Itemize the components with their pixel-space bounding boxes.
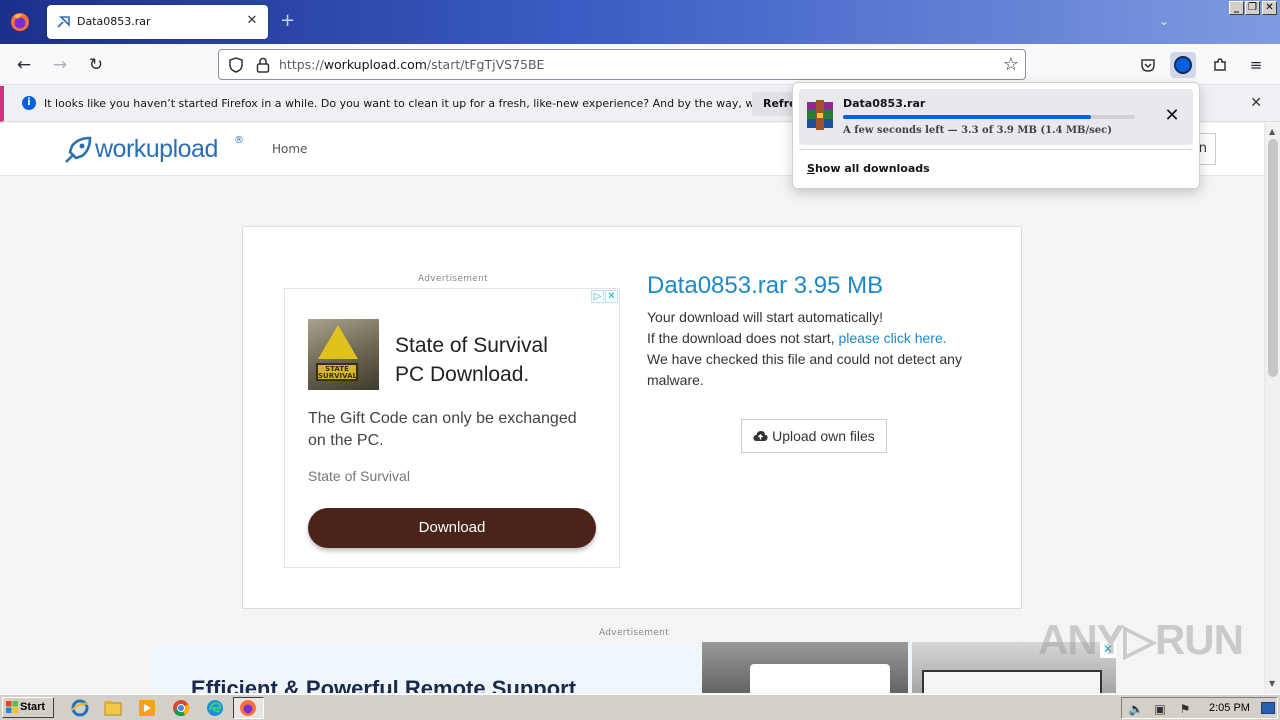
download-item[interactable]: Data0853.rar A few seconds left — 3.3 of… xyxy=(799,89,1193,145)
list-all-tabs-icon[interactable]: ⌄ xyxy=(1159,14,1169,28)
show-all-downloads-button[interactable]: Show all downloads xyxy=(807,162,930,175)
scroll-down-arrow-icon[interactable]: ▼ xyxy=(1269,679,1275,688)
web-page: workupload ® Home n Advertisement ▷ ✕ STA… xyxy=(0,123,1264,693)
advertisement-label-2: Advertisement xyxy=(599,628,669,638)
action-center-flag-icon[interactable]: ⚑ xyxy=(1177,701,1193,717)
download-progress-bar xyxy=(843,115,1135,119)
ad-image[interactable]: STATE SURVIVAL xyxy=(308,319,379,390)
navigation-toolbar: ← → ↻ https://workupload.com/start/tFgTj… xyxy=(0,44,1280,85)
media-player-icon[interactable] xyxy=(137,698,157,718)
tab-data0853[interactable]: Data0853.rar ✕ xyxy=(47,5,268,39)
bookmark-star-icon[interactable]: ☆ xyxy=(1003,54,1019,75)
download-card: Advertisement ▷ ✕ STATE SURVIVAL State of… xyxy=(242,226,1022,609)
ad2-image-laptop[interactable] xyxy=(702,642,908,693)
malware-check-text: We have checked this file and could not … xyxy=(647,351,962,388)
info-icon: i xyxy=(22,96,36,110)
downloads-panel: Data0853.rar A few seconds left — 3.3 of… xyxy=(792,82,1200,189)
chrome-icon[interactable] xyxy=(171,698,191,718)
ad-choices-icon[interactable]: ▷ xyxy=(591,290,604,303)
nav-home-link[interactable]: Home xyxy=(272,142,307,156)
upload-own-files-button[interactable]: Upload own files xyxy=(741,419,887,453)
winrar-archive-icon xyxy=(807,100,833,130)
notification-message: It looks like you haven’t started Firefo… xyxy=(44,97,829,110)
cancel-download-icon[interactable]: ✕ xyxy=(1161,105,1183,127)
back-arrow-icon[interactable]: ← xyxy=(12,53,36,77)
tab-strip: Data0853.rar ✕ + ⌄ _ ❐ ✕ xyxy=(0,0,1280,44)
file-explorer-icon[interactable] xyxy=(103,698,123,718)
tab-title: Data0853.rar xyxy=(77,15,151,28)
fallback-text: If the download does not start, please c… xyxy=(647,330,947,346)
rocket-logo-icon xyxy=(65,136,92,163)
game-advertisement[interactable]: ▷ ✕ STATE SURVIVAL State of Survival PC D… xyxy=(284,288,620,568)
workupload-favicon-icon xyxy=(57,16,70,28)
ad-body: The Gift Code can only be exchanged on t… xyxy=(308,410,577,449)
biohazard-warning-icon xyxy=(318,325,358,359)
download-file-name: Data0853.rar xyxy=(843,97,926,110)
address-bar[interactable]: https://workupload.com/start/tFgTjVS75BE… xyxy=(218,49,1026,80)
show-desktop-icon[interactable] xyxy=(1261,702,1275,714)
advertisement-label: Advertisement xyxy=(418,274,488,284)
ad-download-button[interactable]: Download xyxy=(308,508,596,548)
auto-start-text: Your download will start automatically! xyxy=(647,309,884,325)
download-status: A few seconds left — 3.3 of 3.9 MB (1.4 … xyxy=(843,125,1112,136)
download-progress-fill xyxy=(843,115,1092,119)
ad2-laptop-screen xyxy=(750,664,890,693)
firefox-icon[interactable] xyxy=(8,10,32,34)
network-icon[interactable]: ▣ xyxy=(1152,701,1168,717)
windows-flag-icon xyxy=(6,701,18,713)
tracking-protection-shield-icon[interactable] xyxy=(227,56,245,74)
close-window-button[interactable]: ✕ xyxy=(1262,1,1277,15)
tab-close-icon[interactable]: ✕ xyxy=(244,13,260,29)
file-info: Your download will start automatically! … xyxy=(647,307,977,391)
system-tray: 🔈 ▣ ⚑ 2:05 PM xyxy=(1121,697,1278,719)
page-scrollbar[interactable]: ▲ ▼ xyxy=(1264,123,1280,693)
ad-brand: State of Survival xyxy=(308,468,410,484)
remote-support-advertisement[interactable]: Efficient & Powerful Remote Support ✕ xyxy=(150,642,1116,693)
notification-close-icon[interactable]: ✕ xyxy=(1250,95,1262,111)
ad-choices[interactable]: ▷ ✕ xyxy=(590,290,618,303)
extensions-puzzle-icon[interactable] xyxy=(1207,52,1233,78)
restore-window-button[interactable]: ❐ xyxy=(1245,1,1260,15)
ad-image-plaque: STATE SURVIVAL xyxy=(316,363,358,381)
ad-headline[interactable]: State of Survival PC Download. xyxy=(395,331,548,389)
start-button[interactable]: Start xyxy=(2,697,54,718)
ad2-headline[interactable]: Efficient & Powerful Remote Support xyxy=(191,676,576,693)
clock: 2:05 PM xyxy=(1209,702,1250,714)
internet-explorer-icon[interactable] xyxy=(70,698,90,718)
volume-icon[interactable]: 🔈 xyxy=(1128,701,1144,717)
url-text: https://workupload.com/start/tFgTjVS75BE xyxy=(279,57,545,72)
registered-mark: ® xyxy=(234,135,244,146)
windows-taskbar: Start 🔈 ▣ ⚑ 2:05 PM xyxy=(0,694,1280,720)
hamburger-menu-icon[interactable]: ≡ xyxy=(1243,52,1269,78)
forward-arrow-icon[interactable]: → xyxy=(48,53,72,77)
scrollbar-thumb[interactable] xyxy=(1268,139,1278,377)
edge-icon[interactable] xyxy=(205,698,225,718)
ad2-monitor-screen xyxy=(922,670,1102,693)
anyrun-watermark: ANY▷RUN xyxy=(1038,616,1244,663)
ad-close-icon[interactable]: ✕ xyxy=(605,290,618,303)
lock-icon[interactable] xyxy=(255,56,271,74)
pocket-icon[interactable] xyxy=(1135,52,1161,78)
divider xyxy=(799,149,1193,150)
file-title: Data0853.rar 3.95 MB xyxy=(647,272,884,299)
minimize-window-button[interactable]: _ xyxy=(1229,1,1244,15)
firefox-taskbar-icon xyxy=(240,700,256,716)
logo-text: workupload xyxy=(95,135,218,163)
downloads-icon[interactable] xyxy=(1170,52,1196,78)
reload-icon[interactable]: ↻ xyxy=(84,53,108,77)
new-tab-icon[interactable]: + xyxy=(280,12,295,30)
click-here-link[interactable]: please click here. xyxy=(838,330,946,346)
taskbar-firefox-active[interactable] xyxy=(233,697,264,719)
scroll-up-arrow-icon[interactable]: ▲ xyxy=(1269,127,1275,136)
cloud-upload-icon xyxy=(753,431,768,441)
